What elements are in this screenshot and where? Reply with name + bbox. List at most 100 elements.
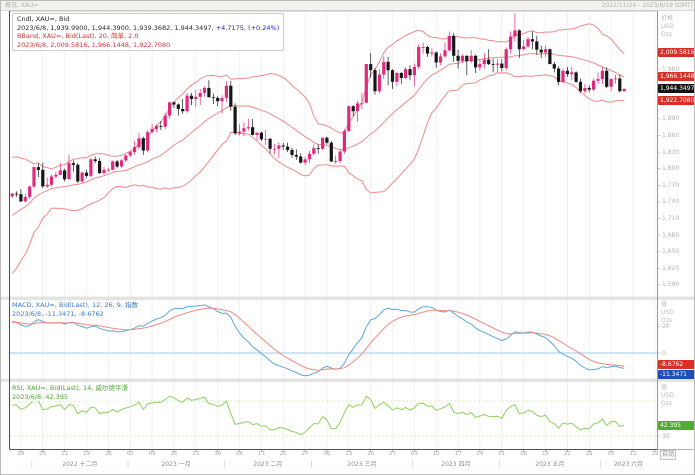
rsi-legend: RSI, XAU=, Bid(Last), 14, 威尔德平滑 2023/6/8… [12, 384, 128, 401]
candle-body [614, 79, 617, 80]
candle-body [142, 138, 145, 150]
candle-body [273, 149, 276, 150]
candle-body [509, 37, 512, 50]
candle-body [59, 170, 62, 174]
candle-body [116, 162, 119, 167]
candle-body [286, 147, 289, 150]
candle-body [570, 72, 573, 74]
candle-body [325, 138, 328, 143]
panel-separator [1, 379, 695, 382]
candle-body [457, 56, 460, 61]
candle-body [155, 126, 158, 129]
candle-body [50, 177, 53, 185]
candle-body [470, 56, 473, 62]
legend-net-change: +4.7175, (+0.24%) [216, 24, 280, 32]
candle-body [164, 116, 167, 127]
chart-canvas[interactable] [1, 1, 695, 475]
candle-body [295, 155, 298, 157]
candle-body [37, 167, 40, 170]
candle-body [496, 64, 499, 65]
candle-body [339, 152, 342, 161]
candle-body [238, 132, 241, 134]
candle-body [81, 173, 84, 182]
candle-body [264, 139, 267, 140]
candle-body [413, 67, 416, 75]
candle-body [417, 47, 420, 67]
candle-body [11, 194, 14, 197]
candle-body [94, 159, 97, 161]
candle-body [408, 69, 411, 75]
candle-body [308, 154, 311, 160]
candle-body [596, 79, 599, 81]
candle-body [107, 170, 110, 171]
candle-body [391, 70, 394, 82]
candle-body [260, 133, 263, 140]
candle-body [535, 41, 538, 49]
legend-rsi-series: RSI, XAU=, Bid(Last), 14, 威尔德平滑 [12, 384, 128, 393]
candle-body [561, 71, 564, 82]
candle-body [540, 50, 543, 53]
candle-body [461, 56, 464, 61]
candle-body [592, 81, 595, 90]
candle-body [548, 49, 551, 64]
rsi-line [12, 396, 624, 435]
candle-body [492, 64, 495, 65]
candle-body [177, 105, 180, 109]
legend-candle-values: 2023/6/8, 1,939.9900, 1,944.3900, 1,939.… [17, 24, 279, 33]
main-legend: Cndl, XAU=, Bid 2023/6/8, 1,939.9900, 1,… [12, 13, 284, 51]
candle-body [566, 71, 569, 74]
candle-body [251, 127, 254, 135]
candle-body [225, 86, 228, 98]
candle-body [365, 64, 368, 103]
candle-body [618, 79, 621, 92]
candle-body [137, 138, 140, 147]
candle-body [465, 56, 468, 62]
candle-body [220, 98, 223, 101]
candle-body [234, 107, 237, 134]
candle-body [518, 30, 521, 49]
candle-body [330, 143, 333, 162]
candle-body [610, 79, 613, 87]
legend-rsi-values: 2023/6/8, 42.395 [12, 393, 128, 402]
candle-body [41, 170, 44, 187]
candle-body [321, 138, 324, 149]
candle-body [24, 197, 27, 201]
candle-body [277, 146, 280, 149]
candle-body [478, 64, 481, 67]
candle-body [216, 98, 219, 101]
legend-candle-series: Cndl, XAU=, Bid [17, 15, 279, 24]
candle-body [588, 88, 591, 90]
candle-body [32, 167, 35, 186]
candle-body [111, 162, 114, 170]
candle-body [435, 53, 438, 63]
candle-body [203, 88, 206, 93]
candle-body [373, 70, 376, 91]
candle-body [146, 132, 149, 150]
candle-body [194, 97, 197, 99]
candle-body [98, 161, 101, 173]
candle-body [544, 49, 547, 52]
candle-body [575, 72, 578, 81]
candle-body [426, 47, 429, 54]
candle-body [487, 60, 490, 64]
candle-body [443, 50, 446, 56]
candle-body [531, 39, 534, 41]
candle-body [186, 96, 189, 112]
candle-body [526, 39, 529, 46]
legend-bband-values: 2023/6/8, 2,009.5816, 1,966.1448, 1,922.… [17, 41, 279, 50]
candle-body [63, 170, 66, 179]
candle-body [282, 146, 285, 147]
candle-body [395, 73, 398, 82]
candle-body [623, 89, 626, 91]
candle-body [172, 102, 175, 104]
candle-body [120, 160, 123, 166]
candle-body [190, 96, 193, 99]
candle-body [513, 30, 516, 36]
auto-scale-button[interactable]: 自动 [660, 450, 676, 460]
candle-body [343, 131, 346, 152]
candle-body [334, 161, 337, 162]
panel-separator [1, 297, 695, 300]
candle-body [347, 106, 350, 131]
candle-body [159, 126, 162, 127]
candle-body [387, 62, 390, 70]
